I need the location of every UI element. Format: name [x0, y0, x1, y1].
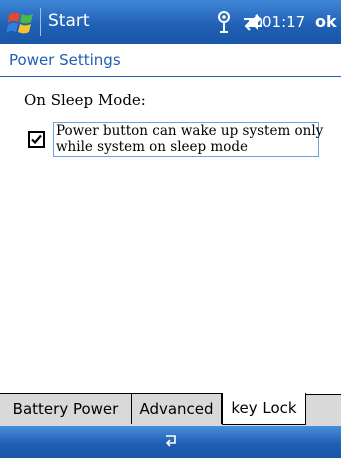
tab-advanced[interactable]: Advanced	[132, 393, 222, 424]
title-divider	[0, 76, 341, 77]
checkbox-label-line-1: Power button can wake up system only	[56, 123, 324, 139]
checkbox-label-line-2: while system on sleep mode	[56, 139, 248, 155]
tab-key-lock[interactable]: key Lock	[222, 393, 306, 425]
keyboard-sip-icon[interactable]	[163, 432, 179, 450]
tab-battery-power[interactable]: Battery Power	[0, 393, 132, 424]
connectivity-icon[interactable]	[213, 8, 235, 36]
sleep-mode-label: On Sleep Mode:	[24, 91, 146, 109]
windows-flag-icon[interactable]	[5, 5, 39, 39]
checkmark-icon	[31, 134, 42, 145]
clock[interactable]: 01:17	[262, 13, 305, 31]
softkey-bar	[0, 426, 341, 458]
ok-button[interactable]: ok	[315, 8, 341, 36]
app-title[interactable]: Start	[48, 11, 90, 31]
speaker-icon[interactable]	[246, 8, 266, 36]
page-title: Power Settings	[9, 51, 121, 69]
wake-on-power-label[interactable]: Power button can wake up system only whi…	[53, 122, 324, 157]
title-bar: Start 01:17 ok	[0, 0, 341, 44]
title-separator	[40, 8, 41, 36]
wake-on-power-checkbox[interactable]	[28, 131, 45, 148]
